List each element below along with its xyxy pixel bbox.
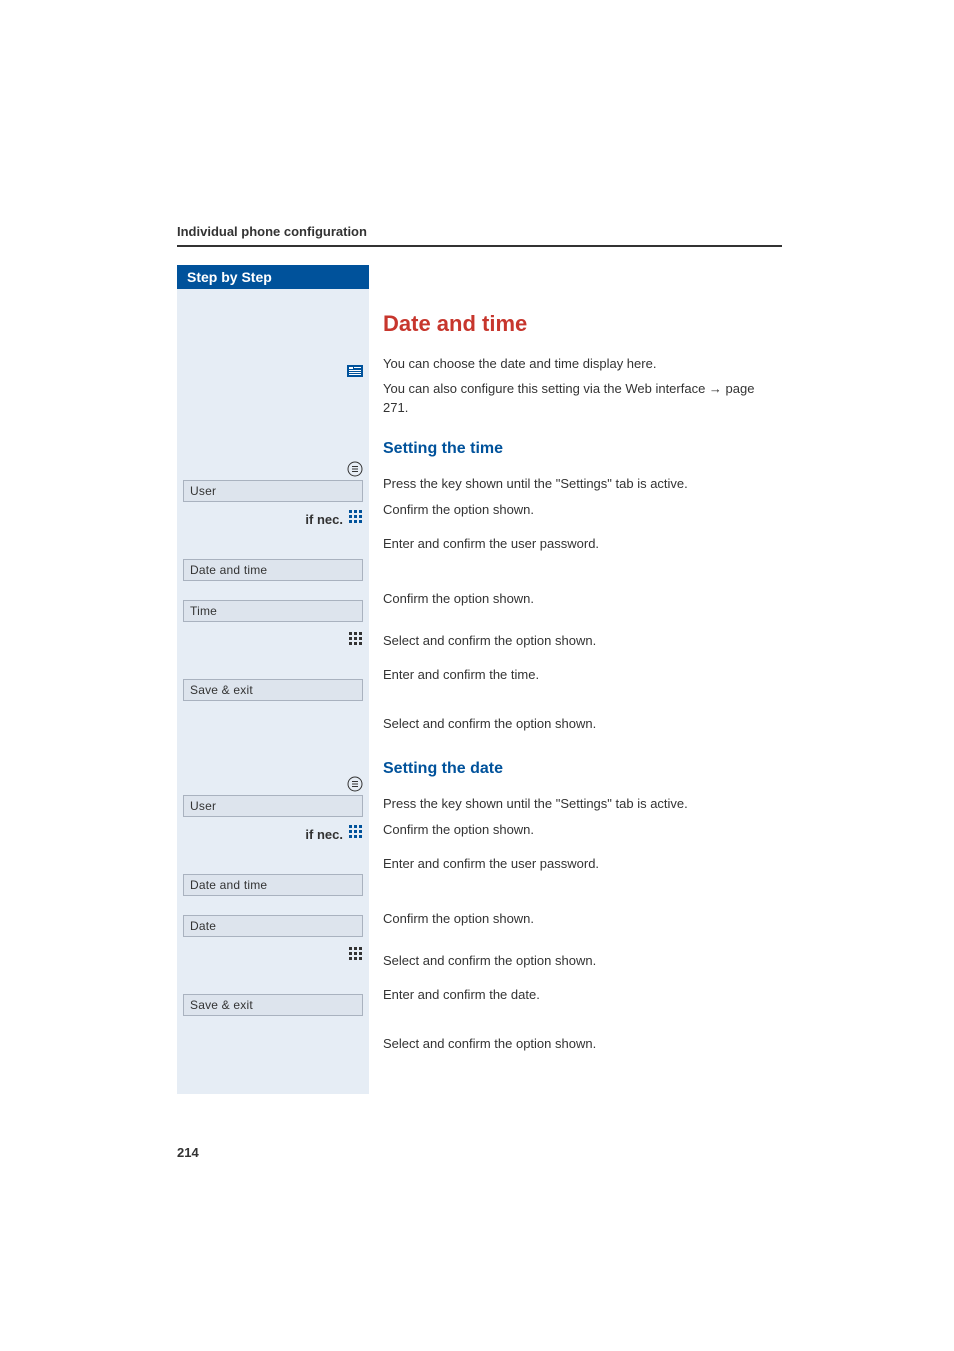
step-save-time: Select and confirm the option shown. xyxy=(383,714,783,736)
right-column: Date and time You can choose the date an… xyxy=(369,289,783,1094)
menu-option-save-exit: Save & exit xyxy=(183,679,363,701)
settings-key-icon xyxy=(347,776,363,797)
if-nec-label: if nec. xyxy=(305,827,343,842)
menu-option-date-and-time: Date and time xyxy=(183,559,363,581)
left-column: User if nec. Date and time Time xyxy=(177,289,369,1094)
keypad-icon xyxy=(349,510,363,529)
menu-option-user: User xyxy=(183,795,363,817)
keypad-icon xyxy=(349,825,363,844)
step-press-settings: Press the key shown until the "Settings"… xyxy=(383,474,783,496)
menu-option-date-and-time: Date and time xyxy=(183,874,363,896)
header-rule xyxy=(177,245,782,247)
page-number: 214 xyxy=(177,1145,199,1160)
subsection-setting-time: Setting the time xyxy=(383,440,783,458)
keypad-icon xyxy=(349,632,363,651)
section-heading: Date and time xyxy=(383,311,783,337)
step-enter-date: Enter and confirm the date. xyxy=(383,985,783,1007)
step-enter-time: Enter and confirm the time. xyxy=(383,665,783,687)
step-confirm-user: Confirm the option shown. xyxy=(383,500,783,522)
menu-option-save-exit: Save & exit xyxy=(183,994,363,1016)
web-interface-icon xyxy=(347,364,363,382)
step-select-date: Select and confirm the option shown. xyxy=(383,951,783,973)
menu-option-user: User xyxy=(183,480,363,502)
step-press-settings-date: Press the key shown until the "Settings"… xyxy=(383,794,783,816)
intro2-prefix: You can also configure this setting via … xyxy=(383,381,709,396)
step-by-step-header: Step by Step xyxy=(177,265,369,289)
step-confirm-user-date: Confirm the option shown. xyxy=(383,820,783,842)
step-confirm-datetime-date: Confirm the option shown. xyxy=(383,909,783,931)
settings-key-icon xyxy=(347,461,363,482)
step-confirm-datetime: Confirm the option shown. xyxy=(383,589,783,611)
subsection-setting-date: Setting the date xyxy=(383,760,783,778)
menu-option-date: Date xyxy=(183,915,363,937)
step-save-date: Select and confirm the option shown. xyxy=(383,1034,783,1056)
step-select-time: Select and confirm the option shown. xyxy=(383,631,783,653)
intro-text-2: You can also configure this setting via … xyxy=(383,380,783,418)
chapter-title: Individual phone configuration xyxy=(177,224,954,245)
keypad-icon xyxy=(349,947,363,966)
if-nec-label: if nec. xyxy=(305,512,343,527)
step-enter-password-date: Enter and confirm the user password. xyxy=(383,854,783,876)
intro-text-1: You can choose the date and time display… xyxy=(383,355,783,374)
menu-option-time: Time xyxy=(183,600,363,622)
step-enter-password: Enter and confirm the user password. xyxy=(383,534,783,556)
arrow-icon: → xyxy=(709,381,722,396)
